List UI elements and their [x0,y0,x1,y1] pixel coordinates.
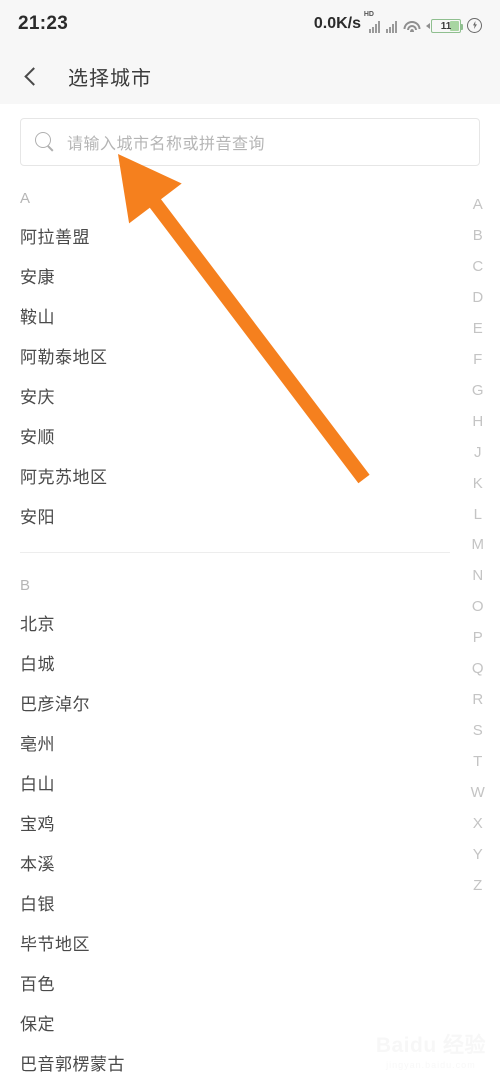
index-letter-p[interactable]: P [473,630,484,645]
city-row[interactable]: 白城 [20,645,450,685]
city-row[interactable]: 安庆 [20,378,456,418]
city-row[interactable]: 阿克苏地区 [20,458,456,498]
back-chevron-icon[interactable] [18,63,44,89]
index-letter-m[interactable]: M [472,537,485,552]
index-letter-j[interactable]: J [474,445,482,460]
index-letter-h[interactable]: H [472,414,483,429]
status-bar: 21:23 0.0K/s HD 11 [0,0,500,48]
city-row[interactable]: 阿勒泰地区 [20,338,456,378]
city-section-a: A 阿拉善盟 安康 鞍山 阿勒泰地区 安庆 安顺 阿克苏地区 安阳 [20,180,456,538]
section-letter: A [20,190,31,207]
status-time: 21:23 [18,13,69,34]
index-letter-x[interactable]: X [473,816,484,831]
index-letter-f[interactable]: F [473,352,483,367]
phone-screen: 21:23 0.0K/s HD 11 选择城市 请输入城市名称或拼音查询 A 阿… [0,0,500,1084]
search-placeholder: 请输入城市名称或拼音查询 [67,136,266,153]
signal-bars-icon [369,20,380,33]
index-letter-t[interactable]: T [473,754,483,769]
power-icon [467,18,482,33]
hd-icon: HD [363,11,374,18]
signal-bars-icon-2 [386,20,397,33]
city-row[interactable]: 亳州 [20,725,450,765]
index-letter-w[interactable]: W [471,785,486,800]
city-row[interactable]: 白山 [20,765,450,805]
index-letter-k[interactable]: K [473,476,484,491]
city-row[interactable]: 北京 [20,605,450,645]
index-letter-q[interactable]: Q [472,661,484,676]
battery-icon: 11 [426,19,463,33]
city-row[interactable]: 百色 [20,965,450,1005]
city-list[interactable]: A 阿拉善盟 安康 鞍山 阿勒泰地区 安庆 安顺 阿克苏地区 安阳 B 北京 白城 巴彦淖尔 亳州 白山 宝鸡… [0,180,456,1084]
network-speed-label: 0.0K/s [313,15,361,32]
city-row[interactable]: 保定 [20,1005,450,1045]
alphabet-index-bar[interactable]: A B C D E F G H J K LM N O P Q R S T W X Y Z [456,195,500,895]
city-row[interactable]: 白银 [20,885,450,925]
index-letter-c[interactable]: C [472,259,483,274]
search-icon [35,132,55,152]
index-letter-r[interactable]: R [472,692,483,707]
city-row[interactable]: 毕节地区 [20,925,450,965]
city-row[interactable]: 巴彦淖尔 [20,685,450,725]
city-section-b: B 北京 白城 巴彦淖尔 亳州 白山 宝鸡 本溪 白银 毕节地区 百色 保定 巴音郭楞蒙古 [20,552,450,1084]
index-letter-e[interactable]: E [473,321,484,336]
index-letter-z[interactable]: Z [473,878,483,893]
index-letter-l[interactable]: L [474,507,483,522]
city-row[interactable]: 巴音郭楞蒙古 [20,1045,450,1084]
battery-level: 11 [440,20,452,32]
nav-bar: 选择城市 [0,48,500,104]
city-row[interactable]: 安康 [20,258,456,298]
index-letter-a[interactable]: A [473,197,484,212]
index-letter-o[interactable]: O [472,599,484,614]
city-row[interactable]: 安顺 [20,418,456,458]
index-letter-s[interactable]: S [473,723,484,738]
city-row[interactable]: 本溪 [20,845,450,885]
battery-plug-icon [426,23,430,29]
city-row[interactable]: 安阳 [20,498,456,538]
city-row[interactable]: 宝鸡 [20,805,450,845]
page-title: 选择城市 [68,67,152,90]
index-letter-y[interactable]: Y [473,847,484,862]
wifi-icon [403,20,420,33]
index-letter-g[interactable]: G [472,383,484,398]
status-icons: 0.0K/s HD 11 [313,11,482,33]
index-letter-n[interactable]: N [472,568,483,583]
search-section: 请输入城市名称或拼音查询 [0,104,500,180]
search-input[interactable]: 请输入城市名称或拼音查询 [20,118,480,166]
network-speed: 0.0K/s HD [313,11,374,33]
city-row[interactable]: 鞍山 [20,298,456,338]
index-letter-d[interactable]: D [472,290,483,305]
index-letter-b[interactable]: B [473,228,484,243]
city-row[interactable]: 阿拉善盟 [20,218,456,258]
section-letter: B [20,577,31,594]
